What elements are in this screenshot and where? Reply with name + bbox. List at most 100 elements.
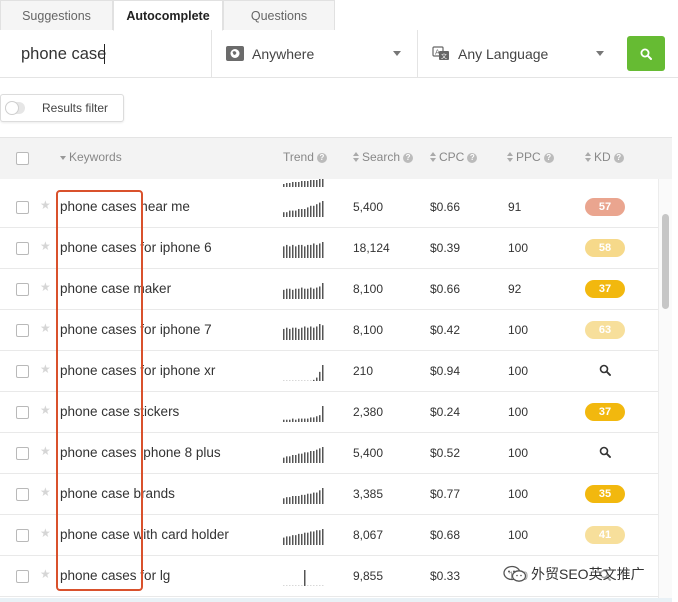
star-icon[interactable]: ★ bbox=[40, 239, 51, 253]
row-checkbox[interactable] bbox=[16, 570, 29, 583]
star-icon[interactable]: ★ bbox=[40, 567, 51, 581]
trend-bar bbox=[316, 530, 318, 545]
star-icon[interactable]: ★ bbox=[40, 403, 51, 417]
keyword-text[interactable]: phone cases for iphone 7 bbox=[60, 322, 212, 337]
keyword-text[interactable]: phone cases iphone 8 plus bbox=[60, 445, 221, 460]
trend-bar bbox=[289, 419, 291, 422]
table-row[interactable]: ★ phone case stickers 2,380 $0.24 100 37 bbox=[0, 392, 658, 433]
trend-bar bbox=[301, 327, 303, 340]
keyword-text[interactable]: phone cases for iphone 6 bbox=[60, 240, 212, 255]
table-row[interactable]: ★ phone case maker 8,100 $0.66 92 37 bbox=[0, 269, 658, 310]
row-checkbox[interactable] bbox=[16, 529, 29, 542]
row-checkbox[interactable] bbox=[16, 242, 29, 255]
ppc-value: 100 bbox=[508, 446, 529, 460]
bottom-strip bbox=[0, 598, 672, 602]
row-checkbox[interactable] bbox=[16, 406, 29, 419]
header-cpc[interactable]: CPC? bbox=[430, 150, 478, 164]
header-keywords-label: Keywords bbox=[69, 150, 122, 164]
table-row[interactable]: ★ phone case with card holder 8,067 $0.68 10… bbox=[0, 515, 658, 556]
star-icon[interactable]: ★ bbox=[40, 362, 51, 376]
kd-search-icon[interactable] bbox=[599, 364, 611, 376]
keyword-text[interactable]: phone case maker bbox=[60, 281, 171, 296]
trend-bar bbox=[289, 585, 291, 586]
trend-bar bbox=[313, 243, 315, 258]
search-button[interactable] bbox=[627, 36, 665, 71]
search-input[interactable] bbox=[8, 38, 208, 70]
trend-bar bbox=[304, 418, 306, 422]
trend-bar bbox=[286, 585, 288, 586]
search-volume: 5,400 bbox=[353, 200, 384, 214]
table-row[interactable]: ★ phone cases for iphone xr 210 $0.94 100 bbox=[0, 351, 658, 392]
trend-bar bbox=[298, 453, 300, 463]
trend-bar bbox=[313, 288, 315, 299]
select-all-checkbox[interactable] bbox=[16, 152, 29, 165]
row-checkbox[interactable] bbox=[16, 324, 29, 337]
header-kd[interactable]: KD? bbox=[585, 150, 624, 164]
filter-switch[interactable] bbox=[5, 101, 25, 115]
ppc-value: 100 bbox=[508, 405, 529, 419]
tab-autocomplete[interactable]: Autocomplete bbox=[113, 0, 223, 31]
sort-icon bbox=[585, 152, 591, 162]
trend-bar bbox=[307, 288, 309, 299]
keyword-text[interactable]: phone cases for lg bbox=[60, 568, 170, 583]
table-row[interactable]: ★ phone case brands 3,385 $0.77 100 35 bbox=[0, 474, 658, 515]
keyword-text[interactable]: phone cases near me bbox=[60, 199, 190, 214]
trend-bar bbox=[304, 209, 306, 217]
header-cpc-label: CPC bbox=[439, 150, 465, 164]
kd-search-icon[interactable] bbox=[599, 446, 611, 458]
star-icon[interactable]: ★ bbox=[40, 321, 51, 335]
table-row[interactable]: ★ phone cases near me 5,400 $0.66 91 57 bbox=[0, 187, 658, 228]
header-ppc[interactable]: PPC? bbox=[507, 150, 554, 164]
trend-bar bbox=[283, 457, 285, 463]
star-icon[interactable]: ★ bbox=[40, 444, 51, 458]
cpc-value: $0.24 bbox=[430, 405, 461, 419]
keyword-text[interactable]: phone case brands bbox=[60, 486, 175, 501]
table-row[interactable]: ★ phone cases for iphone 7 8,100 $0.42 100 63 bbox=[0, 310, 658, 351]
tab-questions[interactable]: Questions bbox=[223, 0, 335, 30]
trend-bar bbox=[289, 288, 291, 299]
row-checkbox[interactable] bbox=[16, 488, 29, 501]
tab-suggestions[interactable]: Suggestions bbox=[0, 0, 113, 30]
help-icon[interactable]: ? bbox=[316, 153, 327, 163]
header-ppc-label: PPC bbox=[516, 150, 541, 164]
trend-bar bbox=[307, 493, 309, 504]
location-select[interactable]: Anywhere bbox=[212, 30, 418, 78]
help-icon[interactable]: ? bbox=[467, 153, 478, 163]
row-checkbox[interactable] bbox=[16, 447, 29, 460]
trend-bar bbox=[286, 497, 288, 504]
scrollbar[interactable] bbox=[658, 179, 672, 602]
trend-bar bbox=[319, 490, 321, 504]
keyword-text[interactable]: phone case stickers bbox=[60, 404, 179, 419]
header-keywords[interactable]: Keywords bbox=[60, 150, 122, 164]
row-checkbox[interactable] bbox=[16, 283, 29, 296]
kd-badge: 37 bbox=[585, 403, 625, 421]
trend-bar bbox=[289, 246, 291, 258]
trend-bar bbox=[292, 455, 294, 463]
sort-icon bbox=[353, 152, 359, 162]
table-row[interactable]: ★ phone cases for iphone 6 18,124 $0.39 100 5… bbox=[0, 228, 658, 269]
row-checkbox[interactable] bbox=[16, 201, 29, 214]
header-trend[interactable]: Trend? bbox=[283, 150, 327, 164]
star-icon[interactable]: ★ bbox=[40, 485, 51, 499]
keyword-text[interactable]: phone cases for iphone xr bbox=[60, 363, 215, 378]
row-checkbox[interactable] bbox=[16, 365, 29, 378]
help-icon[interactable]: ? bbox=[403, 153, 414, 163]
help-icon[interactable]: ? bbox=[613, 153, 624, 163]
search-volume: 8,067 bbox=[353, 528, 384, 542]
chevron-down-icon bbox=[596, 51, 604, 56]
search-volume: 18,124 bbox=[353, 241, 390, 255]
trend-bar bbox=[310, 205, 312, 217]
results-filter-toggle[interactable]: Results filter bbox=[0, 94, 124, 122]
table-row[interactable]: ★ phone cases iphone 8 plus 5,400 $0.52 100 bbox=[0, 433, 658, 474]
trend-bar bbox=[322, 365, 324, 381]
help-icon[interactable]: ? bbox=[543, 153, 554, 163]
trend-bar bbox=[310, 417, 312, 422]
header-search[interactable]: Search? bbox=[353, 150, 414, 164]
keyword-text[interactable]: phone case with card holder bbox=[60, 527, 229, 542]
star-icon[interactable]: ★ bbox=[40, 198, 51, 212]
star-icon[interactable]: ★ bbox=[40, 526, 51, 540]
star-icon[interactable]: ★ bbox=[40, 280, 51, 294]
language-select[interactable]: A 文 Any Language bbox=[418, 30, 620, 78]
trend-bar bbox=[289, 456, 291, 463]
scrollbar-thumb[interactable] bbox=[662, 214, 669, 309]
